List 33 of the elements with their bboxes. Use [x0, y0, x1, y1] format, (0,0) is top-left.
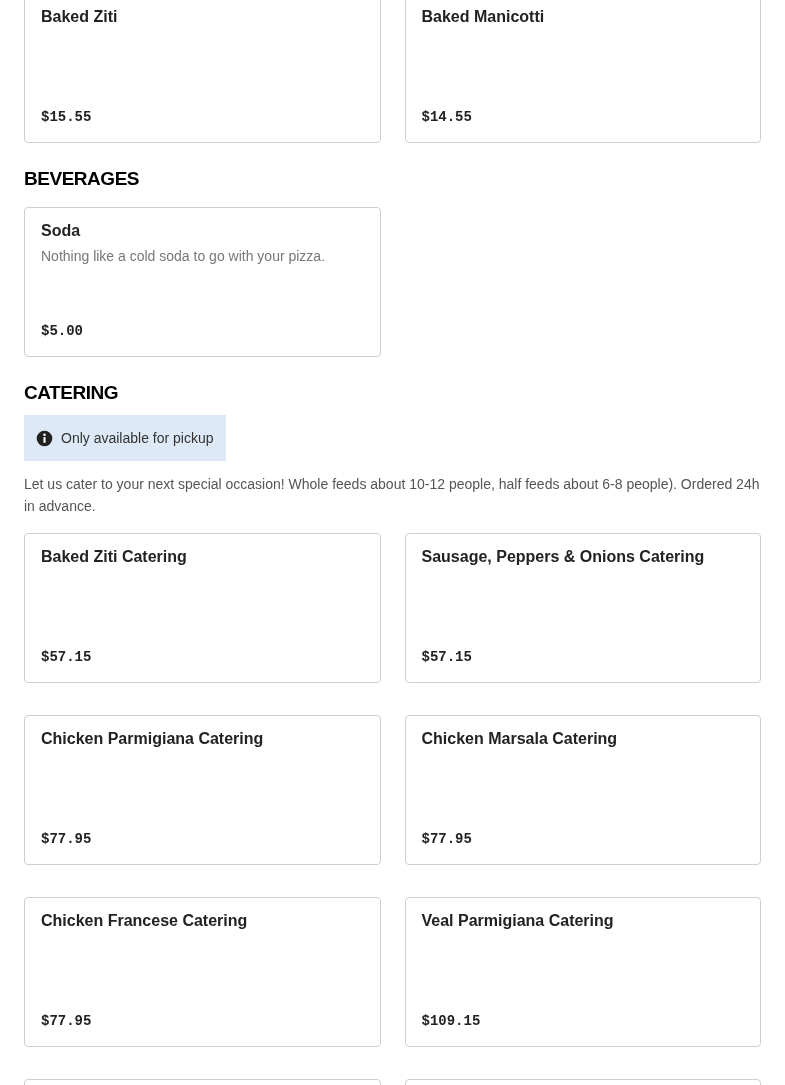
item-price: $14.55 — [421, 108, 473, 126]
item-price: $57.15 — [421, 648, 473, 666]
item-name: Soda — [41, 221, 82, 241]
menu-item-card[interactable]: Baked Ziti Catering $57.15 — [24, 533, 381, 683]
menu-item-card[interactable]: Chicken Francese Catering $77.95 — [24, 897, 381, 1047]
item-name: Veal Parmigiana Catering — [421, 911, 615, 931]
item-name: Chicken Francese Catering — [41, 911, 249, 931]
menu-item-card[interactable]: Chicken Marsala Catering $77.95 — [404, 715, 761, 865]
menu-item-card[interactable]: Veal Parmigiana Catering $109.15 — [404, 897, 761, 1047]
section-heading: CATERING — [24, 381, 119, 405]
menu-item-card[interactable]: Chicken Parmigiana Catering $77.95 — [24, 715, 381, 865]
info-icon — [36, 429, 53, 447]
item-price: $5.00 — [41, 322, 84, 340]
item-name: Baked Ziti Catering — [41, 547, 188, 567]
item-price: $15.55 — [41, 108, 93, 126]
menu-item-card[interactable]: Sausage, Peppers & Onions Catering $57.15 — [404, 533, 761, 683]
item-name: Sausage, Peppers & Onions Catering — [421, 547, 706, 567]
section-heading: BEVERAGES — [24, 167, 141, 191]
menu-item-card[interactable]: Baked Manicotti $14.55 — [404, 0, 761, 143]
item-price: $57.15 — [41, 648, 93, 666]
menu-item-card[interactable]: Soda Nothing like a cold soda to go with your pizza. $5.00 — [24, 207, 381, 357]
item-description: Nothing like a cold soda to go with your pizza. — [41, 247, 327, 265]
item-name: Baked Manicotti — [421, 7, 546, 27]
item-price: $77.95 — [41, 1012, 93, 1030]
item-name: Baked Ziti — [41, 7, 119, 27]
item-price: $109.15 — [421, 1012, 482, 1030]
item-name: Chicken Marsala Catering — [421, 729, 619, 749]
item-name: Chicken Parmigiana Catering — [41, 729, 265, 749]
section-description: Let us cater to your next special occasion! Whole feeds about 10-12 people, half feeds about 6-8 people). Ordered 24h in advance. — [24, 475, 761, 516]
notice-text: Only available for pickup — [61, 428, 214, 448]
item-price: $77.95 — [421, 830, 473, 848]
item-price: $77.95 — [41, 830, 93, 848]
menu-item-card[interactable]: Baked Ziti $15.55 — [24, 0, 381, 143]
